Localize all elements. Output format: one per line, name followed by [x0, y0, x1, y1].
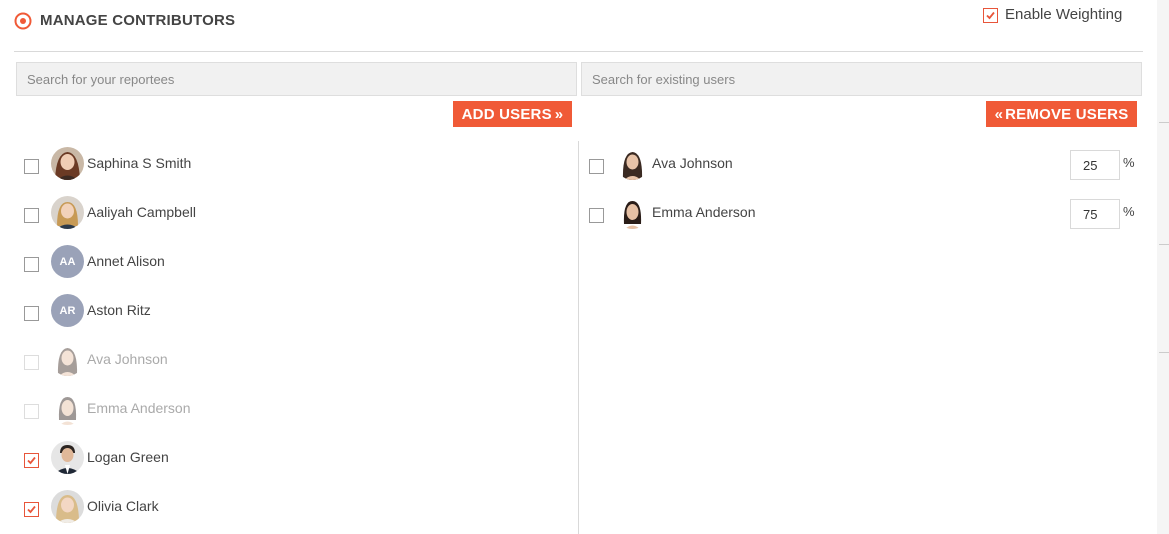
user-checkbox[interactable]	[589, 159, 604, 174]
existing-users-search-box	[581, 62, 1142, 96]
list-item[interactable]: Olivia Clark	[24, 487, 564, 534]
reportees-list: Saphina S Smith Aaliyah Campbell AA Anne…	[24, 144, 564, 534]
enable-weighting-label: Enable Weighting	[1005, 6, 1123, 23]
enable-weighting-checkbox[interactable]	[983, 7, 998, 23]
remove-users-label: REMOVE USERS	[1005, 105, 1129, 123]
list-item[interactable]: Saphina S Smith	[24, 144, 564, 193]
target-icon	[14, 12, 32, 30]
existing-users-list: Ava Johnson % Emma Anderson %	[589, 144, 1149, 242]
remove-users-button[interactable]: « REMOVE USERS	[986, 101, 1137, 127]
add-users-button[interactable]: ADD USERS »	[453, 101, 572, 127]
edge-tick	[1159, 244, 1169, 245]
avatar	[51, 490, 84, 523]
avatar	[51, 343, 84, 376]
list-item[interactable]: AR Aston Ritz	[24, 291, 564, 340]
user-checkbox[interactable]	[24, 208, 39, 223]
avatar	[51, 441, 84, 474]
user-checkbox-disabled	[24, 355, 39, 370]
list-item[interactable]: Emma Anderson %	[589, 193, 1149, 242]
percent-sign: %	[1123, 204, 1135, 219]
avatar	[51, 392, 84, 425]
double-chevron-left-icon: «	[994, 105, 1004, 123]
list-item: Emma Anderson	[24, 389, 564, 438]
user-name: Ava Johnson	[652, 155, 733, 171]
user-checkbox[interactable]	[24, 159, 39, 174]
user-checkbox[interactable]	[589, 208, 604, 223]
percent-sign: %	[1123, 155, 1135, 170]
avatar	[616, 147, 649, 180]
checkmark-icon	[27, 456, 36, 465]
edge-tick	[1159, 122, 1169, 123]
user-checkbox-disabled	[24, 404, 39, 419]
user-name: Logan Green	[87, 449, 169, 465]
double-chevron-right-icon: »	[554, 105, 564, 123]
user-name: Aston Ritz	[87, 302, 151, 318]
window-edge	[1157, 0, 1169, 534]
avatar-initials: AR	[51, 294, 84, 327]
weight-input[interactable]	[1070, 150, 1120, 180]
existing-users-search-input[interactable]	[582, 63, 1141, 95]
user-checkbox[interactable]	[24, 306, 39, 321]
list-item[interactable]: Logan Green	[24, 438, 564, 487]
list-item: Ava Johnson	[24, 340, 564, 389]
user-name: Saphina S Smith	[87, 155, 192, 171]
user-name: Ava Johnson	[87, 351, 168, 367]
list-item[interactable]: Aaliyah Campbell	[24, 193, 564, 242]
reportees-search-input[interactable]	[17, 63, 576, 95]
avatar-initials: AA	[51, 245, 84, 278]
user-name: Annet Alison	[87, 253, 165, 269]
avatar	[616, 196, 649, 229]
user-name: Emma Anderson	[652, 204, 756, 220]
add-users-label: ADD USERS	[461, 105, 552, 123]
user-checkbox-checked[interactable]	[24, 453, 39, 468]
reportees-search-box	[16, 62, 577, 96]
checkmark-icon	[27, 505, 36, 514]
user-name: Olivia Clark	[87, 498, 159, 514]
user-name: Emma Anderson	[87, 400, 191, 416]
weight-input[interactable]	[1070, 199, 1120, 229]
list-item[interactable]: AA Annet Alison	[24, 242, 564, 291]
page-header: MANAGE CONTRIBUTORS	[14, 8, 1143, 52]
user-checkbox-checked[interactable]	[24, 502, 39, 517]
enable-weighting-toggle[interactable]: Enable Weighting	[983, 6, 1122, 24]
page-title: MANAGE CONTRIBUTORS	[40, 12, 236, 29]
avatar	[51, 196, 84, 229]
column-divider	[578, 141, 579, 534]
checkmark-icon	[986, 11, 995, 19]
edge-tick	[1159, 352, 1169, 353]
user-name: Aaliyah Campbell	[87, 204, 196, 220]
user-checkbox[interactable]	[24, 257, 39, 272]
list-item[interactable]: Ava Johnson %	[589, 144, 1149, 193]
avatar	[51, 147, 84, 180]
